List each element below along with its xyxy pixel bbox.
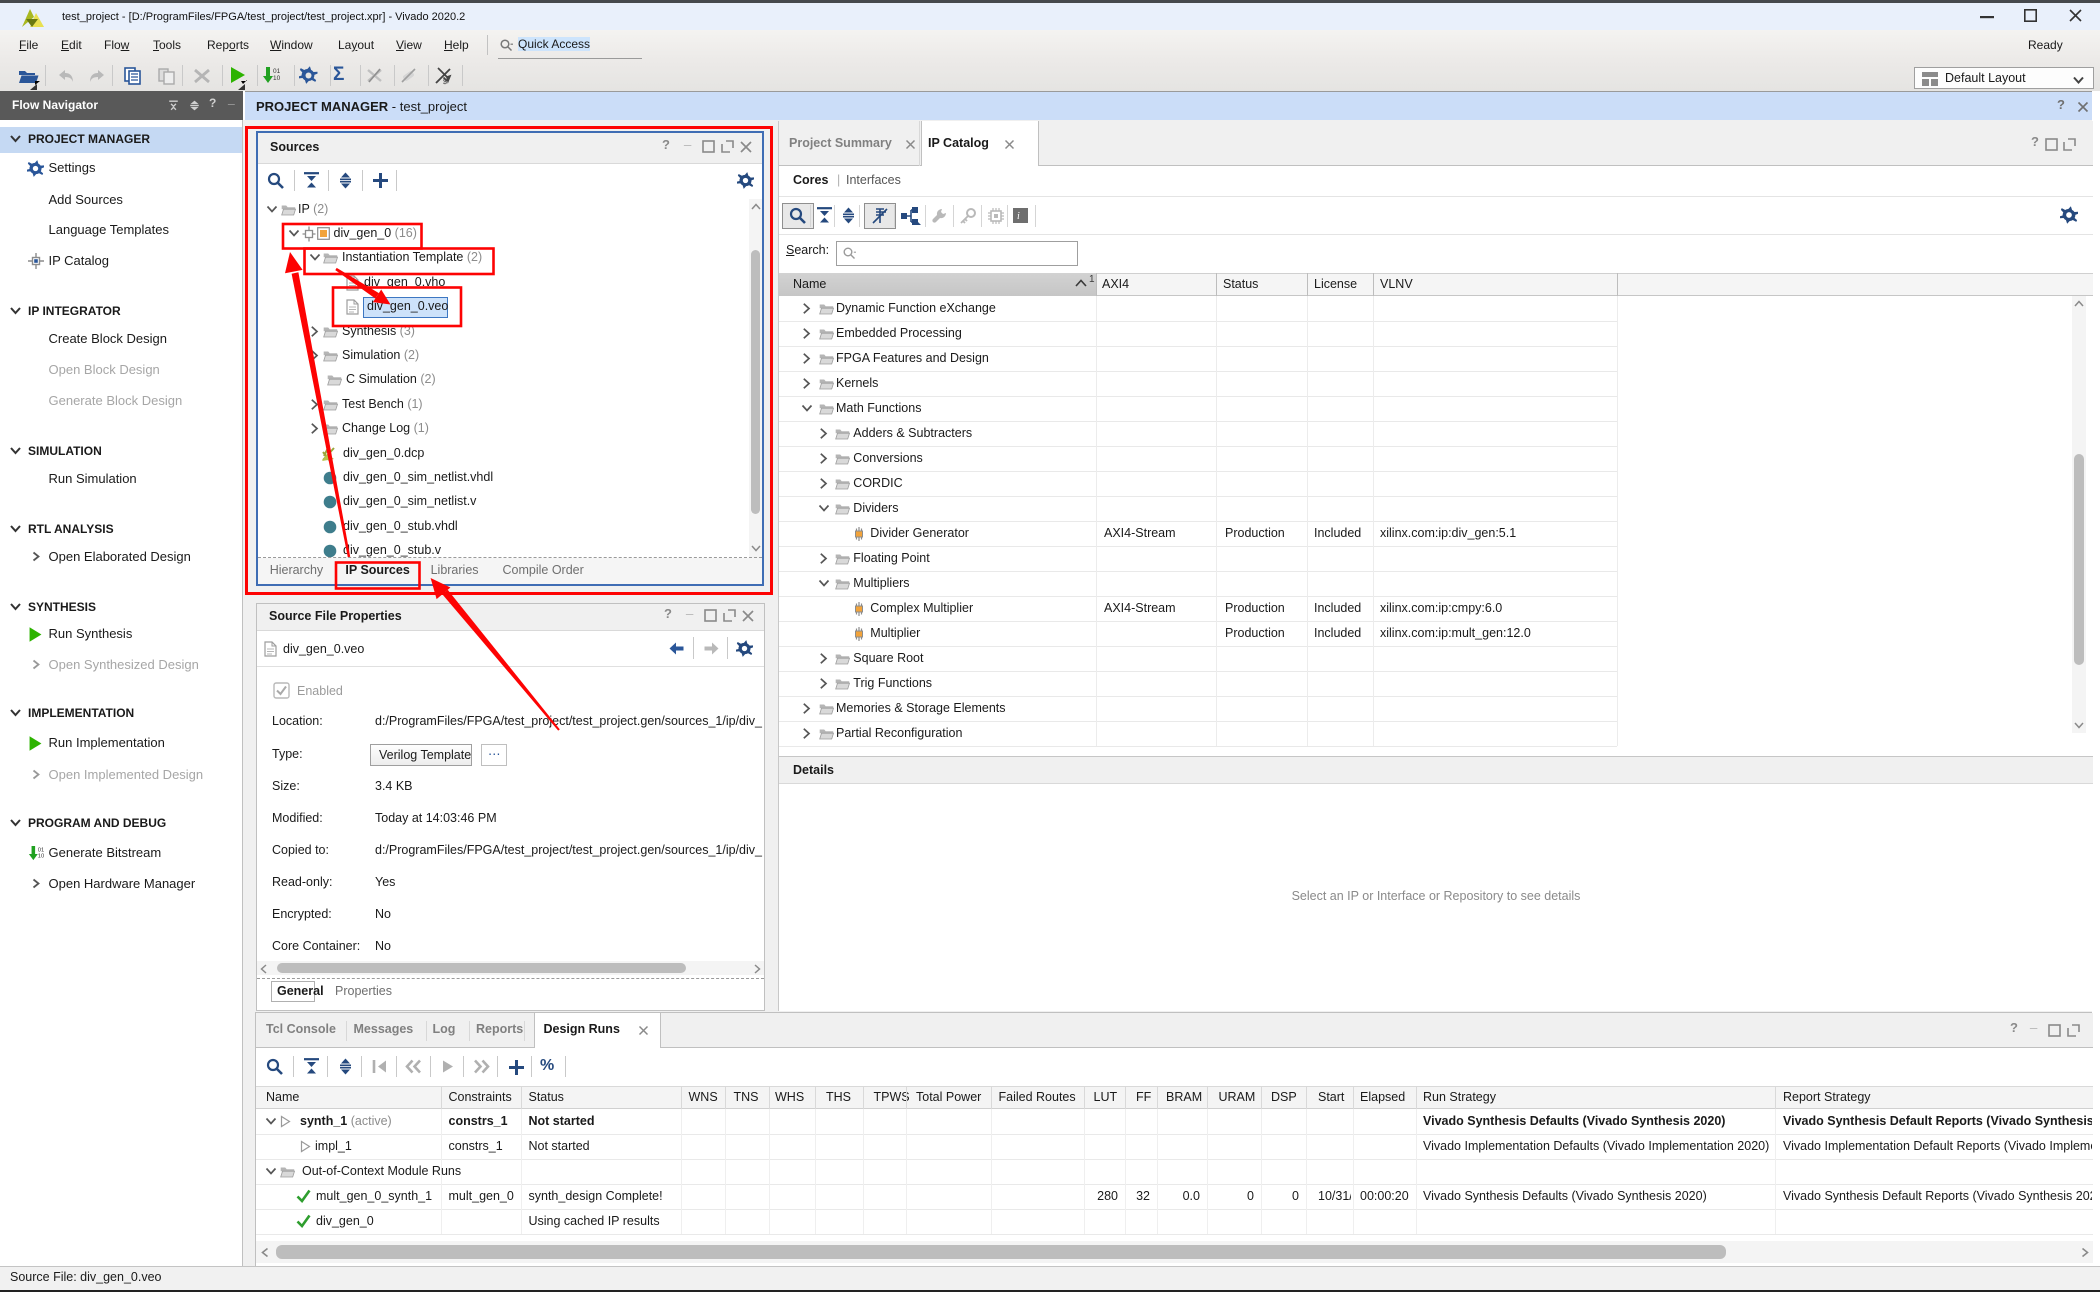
svg-text:10: 10 <box>273 75 280 82</box>
svg-text:01: 01 <box>37 847 43 853</box>
svg-text:$: $ <box>443 79 447 85</box>
svg-text:10: 10 <box>37 854 43 860</box>
svg-text:i: i <box>1017 211 1020 222</box>
svg-text:01: 01 <box>273 68 280 75</box>
